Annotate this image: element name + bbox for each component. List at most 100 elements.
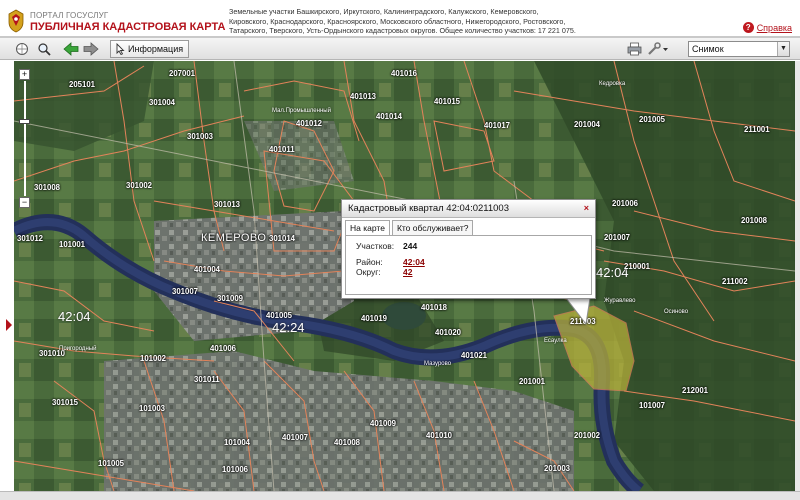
parcel-label: 401019: [361, 314, 388, 323]
place-label: Есаулка: [544, 338, 567, 344]
popup-body: Участков: 244 Район: 42:04 Округ: 42: [345, 235, 592, 295]
parcel-label: 301011: [194, 375, 220, 384]
parcel-label: 101006: [222, 465, 249, 474]
district-link[interactable]: 42:04: [403, 257, 425, 267]
parcel-label: 201002: [574, 431, 601, 440]
popup-pointer: [565, 298, 591, 326]
forward-button[interactable]: [82, 41, 100, 57]
parcel-label: 211002: [722, 277, 748, 286]
help-link[interactable]: ? Справка: [742, 22, 792, 33]
help-icon: ?: [742, 22, 754, 33]
parcel-label: 205101: [69, 80, 96, 89]
coat-of-arms-icon: [8, 9, 24, 33]
parcel-label: 401014: [376, 112, 403, 121]
parcel-label: 201005: [639, 115, 666, 124]
parcel-label: 401009: [370, 419, 397, 428]
wrench-dropdown-icon: [648, 42, 668, 55]
okrug-label: Округ:: [356, 267, 381, 277]
zoom-box-button[interactable]: [36, 41, 52, 57]
print-button[interactable]: [625, 41, 643, 57]
info-pointer-icon: [116, 43, 125, 55]
toolbar: Информация Снимок ▼: [0, 38, 800, 60]
zoom-slider-track[interactable]: [24, 81, 26, 196]
info-button-label: Информация: [128, 44, 184, 54]
parcel-label: 201004: [574, 120, 601, 129]
parcel-label: 301004: [149, 98, 176, 107]
parcel-label: 401007: [282, 433, 309, 442]
parcel-label: 401011: [269, 145, 295, 154]
magnifier-icon: [38, 43, 51, 56]
zoom-control: + −: [19, 69, 31, 209]
parcels-count-label: Участков:: [356, 241, 395, 251]
arrow-left-icon: [63, 42, 79, 56]
parcel-label: 301012: [17, 234, 44, 243]
zoom-out-button[interactable]: −: [19, 197, 30, 208]
parcel-label: 212001: [682, 386, 709, 395]
zone-label: 42:24: [272, 320, 305, 335]
globe-icon: [16, 43, 28, 55]
portal-label: ПОРТАЛ ГОСУСЛУГ: [30, 11, 109, 20]
basemap-select[interactable]: Снимок ▼: [688, 41, 790, 57]
printer-icon: [627, 42, 641, 56]
parcel-label: 401006: [210, 344, 237, 353]
expand-panel-icon[interactable]: [6, 319, 12, 331]
parcel-label: 401018: [421, 303, 448, 312]
parcel-label: 101003: [139, 404, 166, 413]
status-bar: [0, 491, 800, 500]
zoom-in-button[interactable]: +: [19, 69, 30, 80]
parcel-label: 401005: [266, 311, 293, 320]
parcel-label: 101002: [140, 354, 167, 363]
place-label: Кедровка: [599, 81, 626, 87]
parcel-label: 301003: [187, 132, 214, 141]
info-button[interactable]: Информация: [110, 40, 190, 58]
parcel-label: 401015: [434, 97, 461, 106]
tab-who-serves[interactable]: Кто обслуживает?: [391, 220, 474, 235]
chevron-down-icon: ▼: [777, 42, 789, 56]
city-label: КЕМЕРОВО: [201, 232, 267, 244]
parcel-label: 101001: [59, 240, 86, 249]
parcel-label: 401020: [435, 328, 462, 337]
parcel-label: 201006: [612, 199, 639, 208]
popup-title: Кадастровый квартал 42:04:0211003: [348, 203, 509, 214]
back-button[interactable]: [62, 41, 80, 57]
arrow-right-icon: [83, 42, 99, 56]
parcel-label: 401010: [426, 431, 453, 440]
place-label: Пригородный: [59, 346, 97, 352]
parcel-label: 301009: [217, 294, 244, 303]
zoom-slider-handle[interactable]: [19, 119, 30, 124]
parcel-label: 401016: [391, 69, 418, 78]
help-label: Справка: [756, 22, 792, 33]
parcel-info-popup: Кадастровый квартал 42:04:0211003 × На к…: [341, 199, 596, 299]
home-view-button[interactable]: [14, 41, 30, 57]
parcel-label: 401012: [296, 119, 323, 128]
parcel-label: 301007: [172, 287, 199, 296]
parcel-label: 301002: [126, 181, 153, 190]
parcel-label: 401013: [350, 92, 377, 101]
parcel-label: 201001: [519, 377, 546, 386]
place-label: Осиново: [664, 309, 689, 315]
place-label: Мал.Промышленный: [272, 108, 331, 114]
map-right-strip: [795, 61, 800, 491]
parcel-label: 401017: [484, 121, 511, 130]
parcel-label: 210001: [624, 262, 651, 271]
tab-on-map[interactable]: На карте: [345, 220, 390, 235]
okrug-link[interactable]: 42: [403, 267, 412, 277]
parcel-label: 101005: [98, 459, 125, 468]
regions-note: Земельные участки Башкирского, Иркутског…: [229, 7, 576, 35]
parcel-label: 101007: [639, 401, 666, 410]
parcel-label: 401004: [194, 265, 221, 274]
parcel-label: 201003: [544, 464, 571, 473]
district-label: Район:: [356, 257, 383, 267]
parcel-label: 401008: [334, 438, 361, 447]
parcel-label: 301013: [214, 200, 241, 209]
place-label: Мазурово: [424, 361, 452, 367]
parcel-label: 401021: [461, 351, 488, 360]
close-icon[interactable]: ×: [584, 203, 589, 213]
parcels-count-value: 244: [403, 241, 418, 251]
parcel-label: 101004: [224, 438, 251, 447]
parcel-label: 301014: [269, 234, 296, 243]
header: ПОРТАЛ ГОСУСЛУГ ПУБЛИЧНАЯ КАДАСТРОВАЯ КА…: [0, 0, 800, 38]
zone-label: 42:04: [58, 309, 91, 324]
parcel-label: 201008: [741, 216, 768, 225]
measure-tool-button[interactable]: [646, 41, 670, 57]
